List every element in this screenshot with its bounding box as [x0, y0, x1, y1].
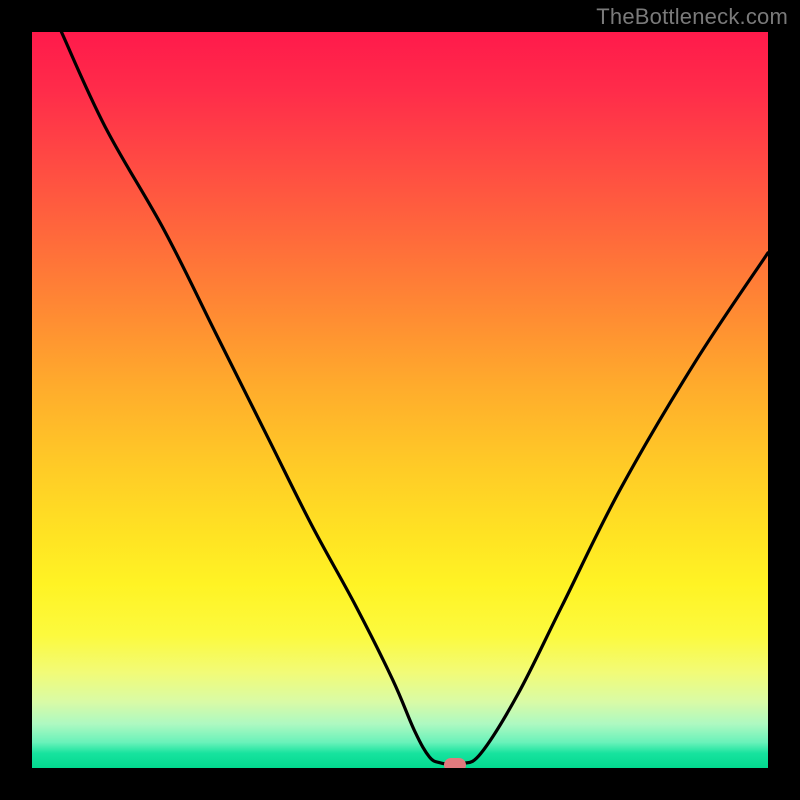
plot-area [32, 32, 768, 768]
optimal-marker [444, 758, 466, 768]
bottleneck-curve [32, 32, 768, 768]
watermark-text: TheBottleneck.com [596, 4, 788, 30]
chart-frame: TheBottleneck.com [0, 0, 800, 800]
